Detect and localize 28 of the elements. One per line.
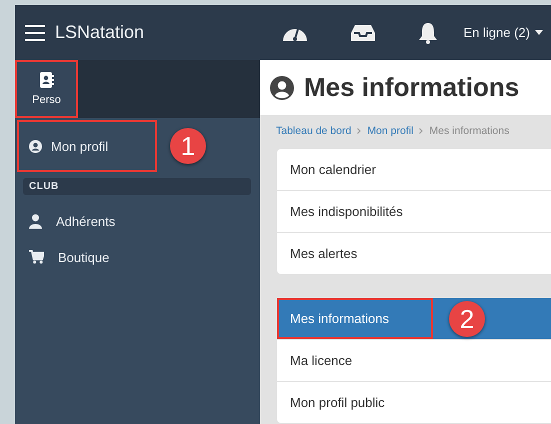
breadcrumb-link[interactable]: Tableau de bord (276, 125, 352, 137)
menu-list-item[interactable]: Ma licence (277, 340, 551, 381)
menu-list-item[interactable]: Mon profil public (277, 382, 551, 423)
breadcrumb-separator-icon (419, 128, 424, 134)
breadcrumb-separator-icon (357, 128, 362, 134)
user-icon (29, 214, 42, 228)
menu-list-item[interactable]: Mes indisponibilités (277, 191, 551, 232)
user-circle-icon (29, 140, 42, 152)
sidebar-item[interactable]: Boutique (15, 239, 122, 275)
sidebar-tab[interactable]: Perso (15, 60, 78, 118)
status-dropdown[interactable]: En ligne (2) (464, 25, 543, 40)
inbox-icon[interactable] (350, 24, 376, 42)
user-circle-icon (270, 76, 294, 100)
contact-book-icon (40, 72, 54, 88)
caret-icon (535, 30, 543, 35)
sidebar-item[interactable]: Adhérents (15, 203, 128, 239)
page-title: Mes informations (304, 72, 520, 103)
section-header: CLUB (23, 178, 251, 195)
cart-icon (29, 250, 44, 264)
menu-list-item[interactable]: Mon calendrier (277, 149, 551, 190)
menu-list-item[interactable]: Mes alertes (277, 233, 551, 274)
breadcrumb-current: Mes informations (429, 125, 510, 137)
sidebar-item[interactable]: Mon profil (17, 120, 157, 172)
breadcrumb-link[interactable]: Mon profil (367, 125, 414, 137)
brand-name[interactable]: LSNatation (55, 22, 144, 43)
step-badge: 1 (170, 128, 206, 164)
bell-icon[interactable] (418, 22, 438, 44)
menu-icon[interactable] (25, 24, 45, 40)
